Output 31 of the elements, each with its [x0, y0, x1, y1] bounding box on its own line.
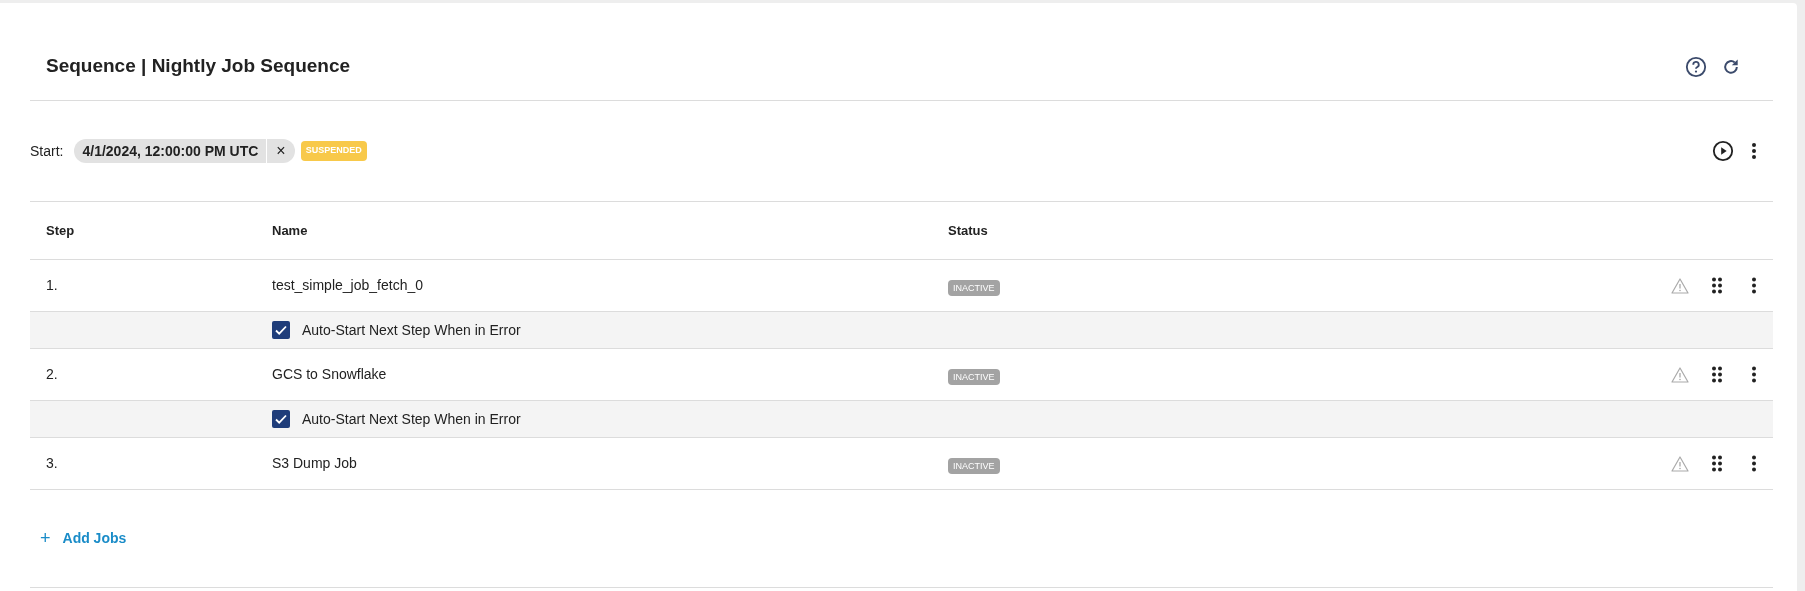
- status-badge: SUSPENDED: [300, 141, 367, 161]
- column-header: Step: [46, 221, 76, 240]
- more-icon[interactable]: [1751, 366, 1757, 383]
- checkbox-label: Auto-Start Next Step When in Error: [302, 320, 521, 340]
- step-number: 2.: [46, 365, 59, 384]
- status-badge: INACTIVE: [948, 457, 1000, 474]
- add-jobs-button[interactable]: + Add Jobs: [40, 525, 127, 552]
- checkbox[interactable]: [272, 410, 290, 428]
- more-icon[interactable]: [1751, 277, 1757, 294]
- column-header: Status: [948, 221, 989, 240]
- more-icon[interactable]: [1751, 142, 1757, 160]
- step-number: 1.: [46, 276, 59, 295]
- play-icon[interactable]: [1712, 140, 1734, 162]
- date-value: 4/1/2024, 12:00:00 PM UTC: [74, 139, 268, 163]
- more-icon[interactable]: [1751, 455, 1757, 472]
- drag-handle-icon[interactable]: [1711, 455, 1723, 472]
- status-badge: INACTIVE: [948, 368, 1000, 385]
- job-name: test_simple_job_fetch_0: [272, 276, 424, 295]
- job-name: S3 Dump Job: [272, 454, 358, 473]
- help-icon[interactable]: [1685, 55, 1707, 78]
- job-name: GCS to Snowflake: [272, 365, 388, 384]
- checkbox-label: Auto-Start Next Step When in Error: [302, 409, 521, 429]
- drag-handle-icon[interactable]: [1711, 277, 1723, 294]
- step-number: 3.: [46, 454, 59, 473]
- page-title: Sequence | Nightly Job Sequence: [46, 54, 352, 79]
- checkbox[interactable]: [272, 321, 290, 339]
- column-header: Name: [272, 221, 309, 240]
- start-label: Start:: [30, 141, 64, 161]
- status-badge: INACTIVE: [948, 279, 1000, 296]
- drag-handle-icon[interactable]: [1711, 366, 1723, 383]
- clear-button[interactable]: ×: [267, 139, 295, 163]
